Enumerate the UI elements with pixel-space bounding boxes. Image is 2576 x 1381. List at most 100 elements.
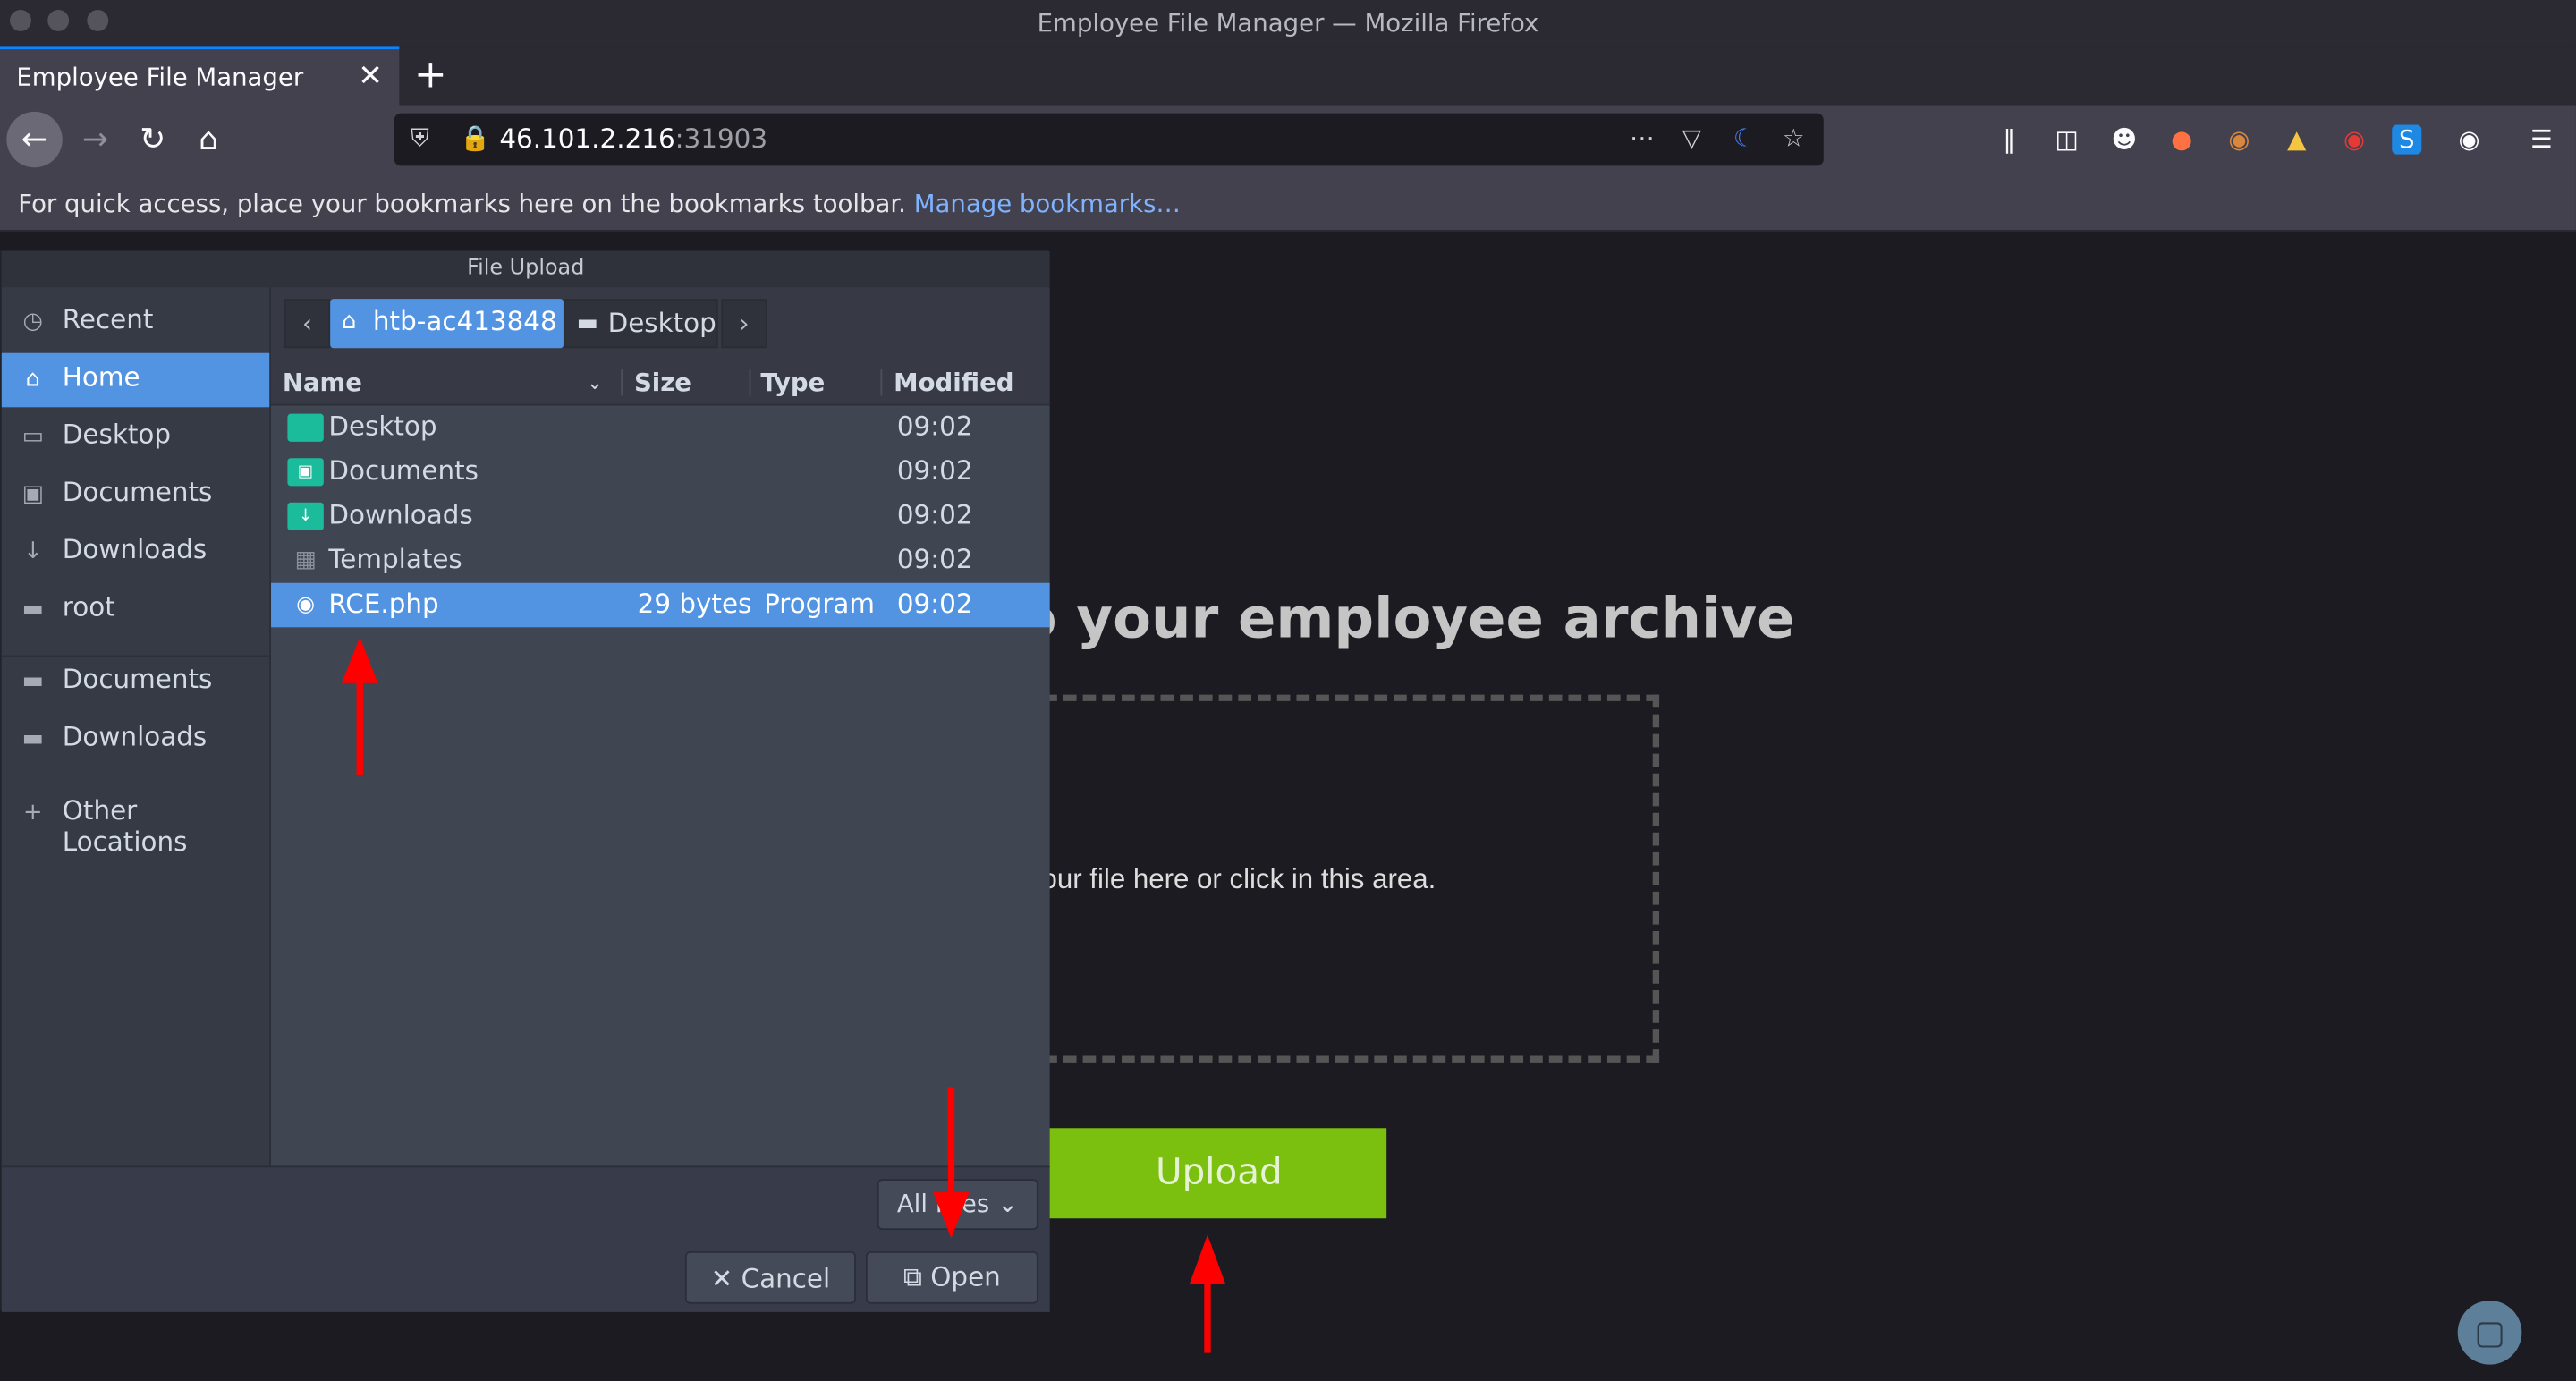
breadcrumb-desktop[interactable]: ▬ Desktop: [563, 299, 718, 349]
annotation-arrow-up-file: [342, 637, 378, 775]
extension-fox-icon[interactable]: ●: [2164, 122, 2199, 157]
open-icon: ⧉: [902, 1260, 922, 1292]
file-row-documents[interactable]: ▣ Documents 09:02: [271, 450, 1050, 495]
spy-icon[interactable]: ◉: [2451, 122, 2487, 157]
file-upload-dialog: File Upload ◷ Recent ⌂ Home ▭ Desktop ▣ …: [0, 250, 1050, 1312]
menu-icon[interactable]: ☰: [2523, 122, 2559, 157]
url-host: 46.101.2.216: [499, 123, 675, 155]
cancel-button[interactable]: ✕ Cancel: [684, 1250, 856, 1304]
breadcrumb-home[interactable]: ⌂ htb-ac413848: [330, 299, 564, 349]
folder-icon: ▬: [21, 596, 44, 623]
clipboard-icon[interactable]: ▢: [2457, 1301, 2522, 1365]
folder-icon: ▬: [21, 725, 44, 752]
breadcrumb-desktop-label: Desktop: [607, 307, 716, 339]
file-row-desktop[interactable]: Desktop 09:02: [271, 405, 1050, 450]
bookmarks-bar: For quick access, place your bookmarks h…: [0, 174, 2576, 232]
file-name: RCE.php: [328, 588, 439, 620]
extension-badge-icon[interactable]: ▲: [2279, 122, 2315, 157]
page-heading: o your employee archive: [1018, 586, 1795, 652]
file-row-downloads[interactable]: ↓ Downloads 09:02: [271, 495, 1050, 539]
cookie-icon[interactable]: ◉: [2221, 122, 2257, 157]
bookmarks-hint-text: For quick access, place your bookmarks h…: [18, 189, 906, 219]
document-icon: ▣: [21, 480, 44, 508]
file-modified: 09:02: [896, 543, 973, 575]
reload-button[interactable]: ↻: [130, 116, 175, 162]
php-file-icon: ◉: [296, 592, 316, 618]
upload-button[interactable]: Upload: [1028, 1128, 1387, 1219]
home-button[interactable]: ⌂: [186, 116, 232, 162]
places-sidebar: ◷ Recent ⌂ Home ▭ Desktop ▣ Documents ↓ …: [1, 287, 272, 1166]
extension-s-icon[interactable]: S: [2392, 124, 2422, 155]
sidebar-item-label: Downloads: [62, 533, 208, 565]
new-tab-button[interactable]: +: [414, 51, 447, 97]
sidebar-item-other-locations[interactable]: + Other Locations: [2, 786, 269, 858]
column-divider: [880, 369, 883, 396]
path-forward-icon[interactable]: ›: [721, 299, 767, 349]
moon-icon[interactable]: ☾: [1733, 123, 1756, 153]
file-list: Desktop 09:02 ▣ Documents 09:02 ↓ Downlo…: [271, 405, 1050, 1166]
sidebar-icon[interactable]: ◫: [2048, 122, 2084, 157]
downloads-folder-icon: ↓: [287, 502, 324, 530]
sidebar-item-bookmark-downloads[interactable]: ▬ Downloads: [2, 713, 269, 767]
column-type-header[interactable]: Type: [760, 368, 825, 397]
url-text[interactable]: 46.101.2.216:31903: [499, 123, 767, 155]
tab-close-icon[interactable]: ✕: [358, 59, 383, 94]
drop-zone-text: our file here or click in this area.: [1041, 863, 1436, 895]
sidebar-item-root[interactable]: ▬ root: [2, 583, 269, 638]
dialog-footer: All Files ⌄ ✕ Cancel ⧉ Open: [1, 1165, 1050, 1312]
sidebar-item-label: Home: [62, 360, 140, 393]
column-size-header[interactable]: Size: [634, 368, 691, 397]
sidebar-item-downloads[interactable]: ↓ Downloads: [2, 525, 269, 580]
shield-icon[interactable]: ⛨: [411, 123, 429, 153]
manage-bookmarks-link[interactable]: Manage bookmarks…: [914, 189, 1181, 218]
sidebar-item-label: Other Locations: [62, 794, 188, 858]
nav-bar: ← → ↻ ⌂ ⛨ 🔒 46.101.2.216:31903 ⋯ ▽ ☾ ☆ ‖…: [0, 105, 2576, 174]
column-modified-header[interactable]: Modified: [894, 368, 1013, 397]
home-icon: ⌂: [25, 366, 40, 393]
sort-chevron-icon[interactable]: ⌄: [587, 371, 603, 394]
sidebar-item-label: Desktop: [62, 419, 171, 451]
library-icon[interactable]: ‖: [1991, 122, 2027, 157]
folder-icon: [287, 413, 324, 442]
folder-icon: ▬: [21, 668, 44, 695]
sidebar-item-desktop[interactable]: ▭ Desktop: [2, 411, 269, 465]
cancel-label: Cancel: [741, 1261, 831, 1293]
forward-button[interactable]: →: [72, 116, 118, 162]
folder-icon: ▬: [576, 309, 598, 337]
screen: Employee File Manager — Mozilla Firefox …: [0, 0, 2576, 1381]
clock-icon: ◷: [22, 309, 43, 335]
desktop-icon: ▭: [21, 423, 44, 451]
pocket-icon[interactable]: ▽: [1682, 123, 1701, 153]
account-icon[interactable]: ☻: [2106, 122, 2142, 157]
templates-icon: ▦: [294, 546, 317, 573]
sidebar-item-label: Recent: [62, 303, 154, 335]
file-name: Templates: [328, 543, 462, 575]
plus-icon: +: [22, 800, 43, 826]
ublock-icon[interactable]: ◉: [2336, 122, 2372, 157]
sidebar-item-bookmark-documents[interactable]: ▬ Documents: [2, 656, 269, 710]
download-icon: ↓: [22, 538, 43, 565]
back-button[interactable]: ←: [6, 111, 63, 168]
browser-tab[interactable]: Employee File Manager ✕: [0, 46, 400, 106]
insecure-lock-icon[interactable]: 🔒: [460, 123, 490, 153]
file-name: Downloads: [328, 499, 473, 530]
file-row-templates[interactable]: ▦ Templates 09:02: [271, 538, 1050, 583]
file-modified: 09:02: [896, 499, 973, 530]
column-name-header[interactable]: Name: [283, 368, 362, 397]
annotation-arrow-up-upload: [1189, 1234, 1226, 1353]
tab-label: Employee File Manager: [16, 62, 304, 92]
file-row-rce-php[interactable]: ◉ RCE.php 29 bytes Program 09:02: [271, 582, 1050, 628]
sidebar-item-home[interactable]: ⌂ Home: [1, 352, 270, 408]
more-actions-icon[interactable]: ⋯: [1630, 123, 1655, 153]
sidebar-item-documents[interactable]: ▣ Documents: [2, 468, 269, 522]
sidebar-item-label: Documents: [62, 663, 213, 695]
path-back-icon[interactable]: ‹: [284, 299, 331, 349]
sidebar-item-recent[interactable]: ◷ Recent: [2, 295, 269, 350]
url-bar[interactable]: ⛨ 🔒 46.101.2.216:31903 ⋯ ▽ ☾ ☆: [394, 113, 1824, 166]
open-button[interactable]: ⧉ Open: [865, 1250, 1038, 1304]
star-icon[interactable]: ☆: [1783, 123, 1805, 153]
sidebar-item-label: root: [62, 590, 115, 623]
window-titlebar: Employee File Manager — Mozilla Firefox: [0, 0, 2576, 47]
file-modified: 09:02: [896, 410, 973, 442]
home-icon: ⌂: [342, 309, 357, 335]
